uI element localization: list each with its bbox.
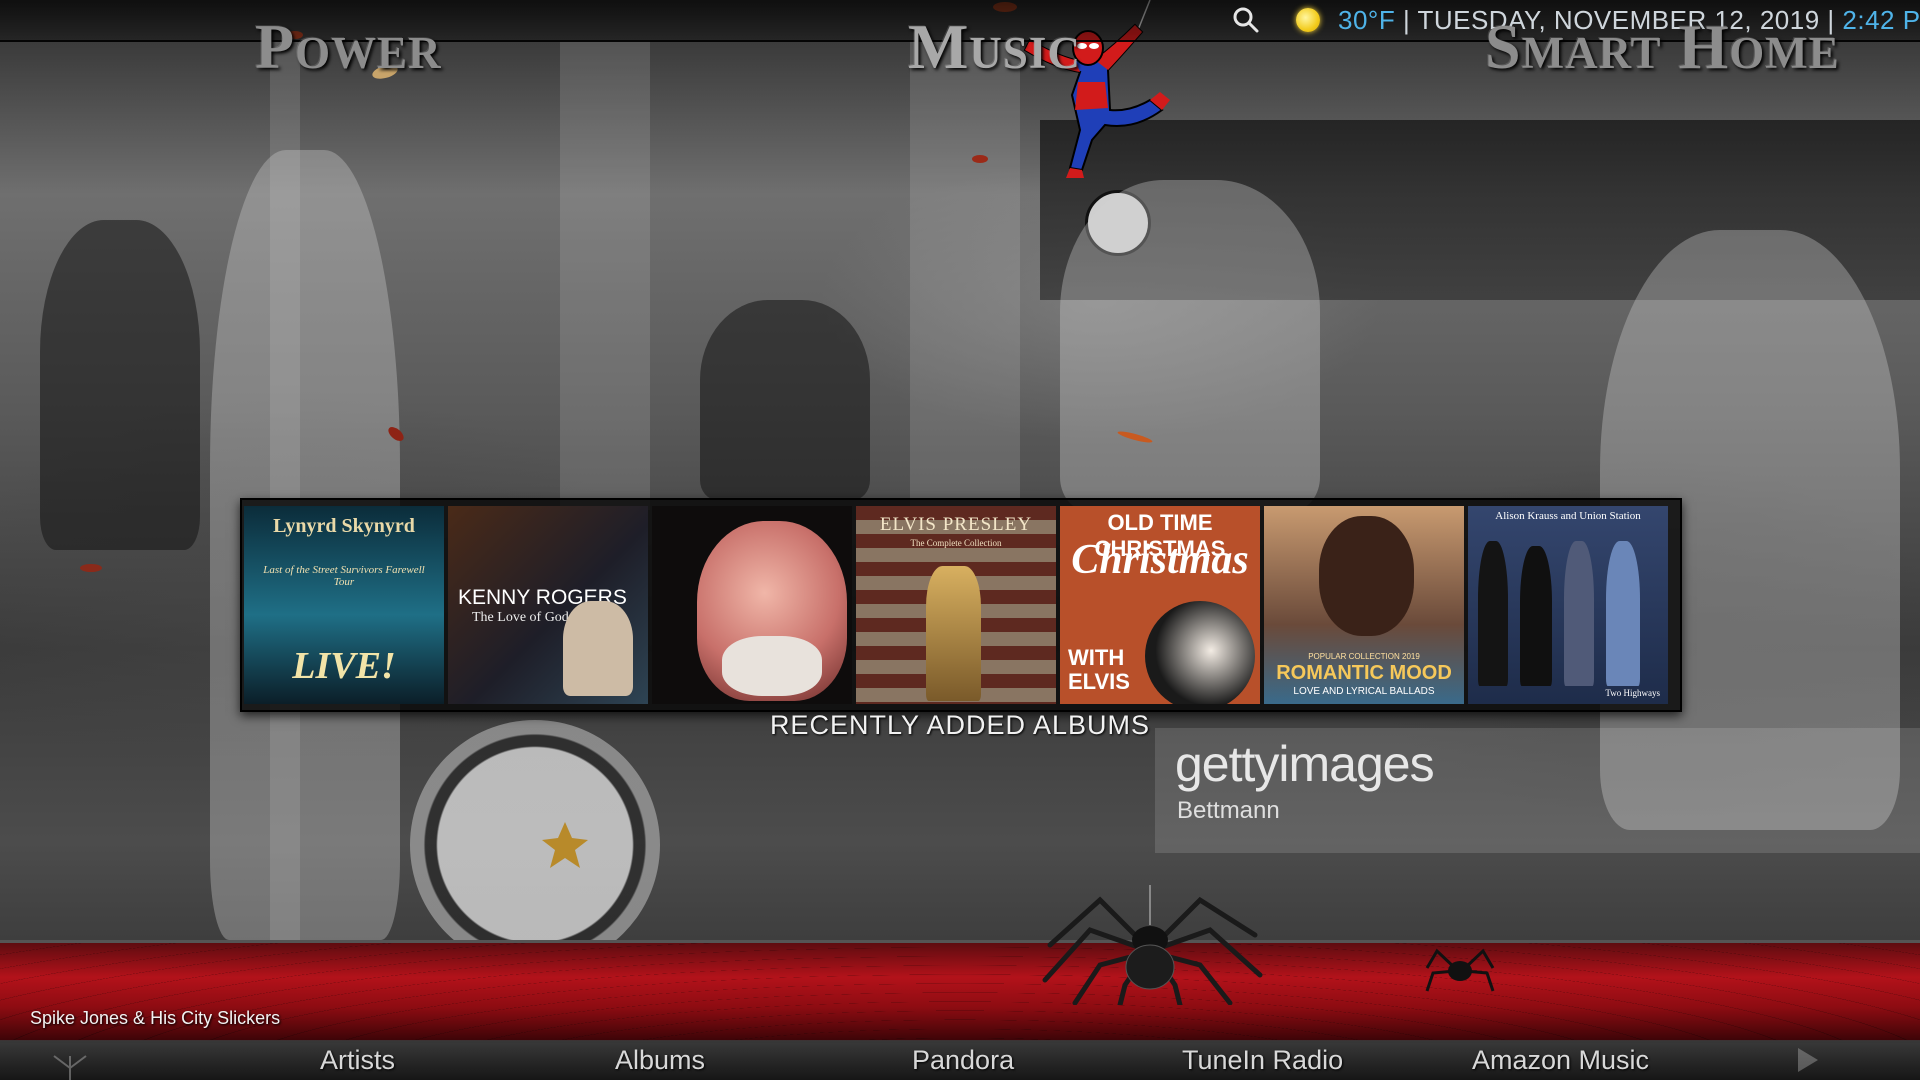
spider-icon xyxy=(1042,885,1263,1005)
background-pillar xyxy=(560,40,650,510)
watermark-logo: gettyimages xyxy=(1175,736,1435,792)
album-portrait xyxy=(563,601,633,696)
main-menu-item-power[interactable]: Power xyxy=(255,10,442,84)
submenu-item-pandora[interactable]: Pandora xyxy=(912,1040,1014,1080)
album-figure xyxy=(1478,541,1508,686)
album-portrait xyxy=(1145,601,1255,704)
watermark-credit: Bettmann xyxy=(1177,797,1280,824)
album-extra: POPULAR COLLECTION 2019 xyxy=(1308,652,1420,661)
album-subtitle: The Complete Collection xyxy=(910,538,1002,548)
album-figure xyxy=(1564,541,1594,686)
clock-time: 2:42 PM xyxy=(1842,5,1920,35)
album-figure xyxy=(1606,541,1640,686)
album-beard xyxy=(722,636,822,696)
main-menu-bar xyxy=(0,940,1920,1043)
leaf-icon xyxy=(972,155,988,163)
shelf-label: RECENTLY ADDED ALBUMS xyxy=(769,710,1151,740)
album-subtitle: Christmas xyxy=(1071,537,1249,583)
status-separator: | xyxy=(1402,5,1411,35)
main-menu-item-music[interactable]: Music xyxy=(908,10,1081,84)
leaf-icon xyxy=(542,822,588,868)
album-cover[interactable]: KENNY ROGERS The Love of God xyxy=(448,506,648,704)
search-icon[interactable] xyxy=(1232,6,1260,34)
album-cover[interactable]: Alison Krauss and Union Station Two High… xyxy=(1468,506,1668,704)
leaf-icon xyxy=(1117,431,1153,443)
album-cover[interactable]: Lynyrd Skynyrd Last of the Street Surviv… xyxy=(244,506,444,704)
album-subtitle: Last of the Street Survivors Farewell To… xyxy=(263,564,425,588)
submenu-item-tunein-radio[interactable]: TuneIn Radio xyxy=(1182,1040,1343,1080)
album-title: ROMANTIC MOOD xyxy=(1276,662,1452,684)
album-extra: WITH ELVIS xyxy=(1068,645,1130,694)
background-figure xyxy=(700,300,870,500)
leaf-icon xyxy=(80,564,102,572)
submenu-item-amazon-music[interactable]: Amazon Music xyxy=(1472,1040,1649,1080)
album-artist: Lynyrd Skynyrd xyxy=(273,515,415,537)
background-drum xyxy=(410,720,660,970)
spider-icon xyxy=(1425,948,1495,992)
album-figure xyxy=(1520,546,1552,686)
album-artist: Alison Krauss and Union Station xyxy=(1495,510,1641,522)
album-figure xyxy=(926,566,981,701)
sun-icon xyxy=(1296,8,1320,32)
album-portrait xyxy=(1319,516,1414,636)
web-icon xyxy=(53,1055,87,1080)
submenu-next-arrow-icon[interactable] xyxy=(1798,1048,1818,1072)
submenu-item-artists[interactable]: Artists xyxy=(320,1040,395,1080)
recently-added-albums-shelf: Lynyrd Skynyrd Last of the Street Surviv… xyxy=(240,498,1682,712)
background-figure xyxy=(1060,180,1320,510)
background-figure xyxy=(40,220,200,550)
album-subtitle: Two Highways xyxy=(1605,688,1660,698)
background-pillar xyxy=(910,40,1020,510)
main-menu-item-smart-home[interactable]: Smart Home xyxy=(1485,10,1840,84)
submenu-item-albums[interactable]: Albums xyxy=(615,1040,705,1080)
album-cover[interactable]: OLD TIME CHRISTMAS Christmas WITH ELVIS xyxy=(1060,506,1260,704)
album-cover[interactable]: ELVIS PRESLEY The Complete Collection xyxy=(856,506,1056,704)
album-cover[interactable]: POPULAR COLLECTION 2019 ROMANTIC MOOD LO… xyxy=(1264,506,1464,704)
leaf-icon xyxy=(388,427,404,441)
now-playing-label: Spike Jones & His City Slickers xyxy=(30,1008,281,1028)
temperature: 30°F xyxy=(1338,5,1396,35)
album-extra: LIVE! xyxy=(292,645,396,687)
album-subtitle: LOVE AND LYRICAL BALLADS xyxy=(1293,686,1435,697)
album-cover[interactable] xyxy=(652,506,852,704)
album-artist: ELVIS PRESLEY xyxy=(879,514,1033,535)
